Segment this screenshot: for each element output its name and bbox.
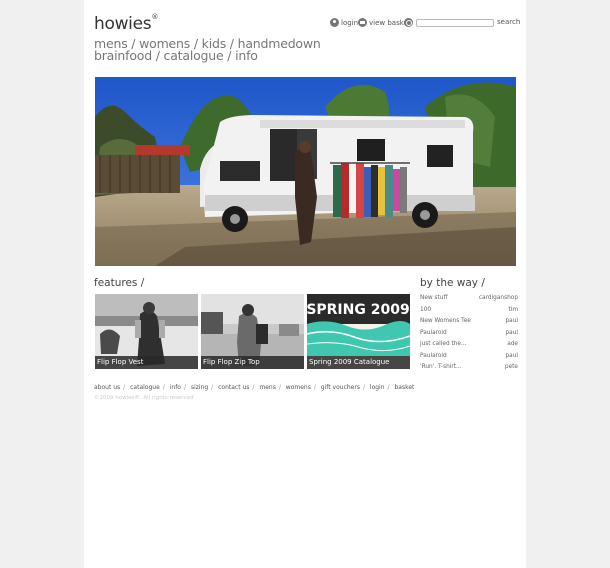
post-author: cardiganshop	[478, 295, 518, 301]
footer-separator: /	[278, 384, 281, 391]
footer-separator: /	[387, 384, 390, 391]
footer-link-about-us[interactable]: about us	[94, 384, 120, 391]
footer-separator: /	[252, 384, 255, 391]
post-title: New Womens Tee	[420, 318, 471, 324]
basket-icon	[358, 18, 367, 27]
hero-image[interactable]	[95, 77, 516, 266]
list-item[interactable]: Paularoid paul	[420, 328, 518, 340]
feature-card-flip-flop-vest[interactable]: Flip Flop Vest	[95, 294, 198, 369]
view-basket-link[interactable]: view basket	[358, 18, 411, 27]
footer-link-info[interactable]: info	[170, 384, 181, 391]
list-item[interactable]: 100 tim	[420, 305, 518, 317]
main-nav: mens / womens / kids / handmedown brainf…	[94, 37, 321, 63]
post-title: 'Run'. T-shirt...	[420, 364, 462, 370]
post-title: Paularoid	[420, 329, 447, 336]
feature-card-flip-flop-zip-top[interactable]: Flip Flop Zip Top	[201, 294, 304, 369]
post-title: Paularoid	[420, 352, 447, 359]
footer-link-mens[interactable]: mens	[259, 384, 275, 391]
feature-caption: Flip Flop Vest	[95, 356, 198, 369]
footer-link-basket[interactable]: basket	[394, 384, 414, 391]
footer-separator: /	[211, 384, 214, 391]
search-icon-wrap	[404, 18, 415, 27]
features-heading: features /	[94, 277, 145, 289]
nav-item-catalogue[interactable]: catalogue	[164, 48, 224, 63]
nav-separator: /	[155, 48, 164, 63]
list-item[interactable]: New stuff cardiganshop	[420, 293, 518, 305]
logo-reg-mark: ®	[151, 13, 159, 21]
feature-caption: Flip Flop Zip Top	[201, 356, 304, 369]
post-title: 100	[420, 306, 432, 313]
howies-logo[interactable]: howies®	[94, 13, 159, 34]
footer-link-gift-vouchers[interactable]: gift vouchers	[321, 384, 360, 391]
footer-link-catalogue[interactable]: catalogue	[130, 384, 160, 391]
footer-separator: /	[162, 384, 165, 391]
login-label: login	[341, 18, 359, 27]
feature-caption: Spring 2009 Catalogue	[307, 356, 410, 369]
footer-nav: about us / catalogue / info / sizing / conta…	[94, 384, 414, 391]
hero-photo-campervan	[95, 77, 516, 266]
post-author: paul	[505, 329, 518, 336]
footer-separator: /	[313, 384, 316, 391]
footer-link-sizing[interactable]: sizing	[191, 384, 208, 391]
nav-item-brainfood[interactable]: brainfood	[94, 48, 152, 63]
footer-link-login[interactable]: login	[370, 384, 385, 391]
login-link[interactable]: login	[330, 18, 358, 27]
post-author: pete	[504, 364, 518, 370]
list-item[interactable]: Paularoid paul	[420, 351, 518, 363]
post-author: tim	[508, 306, 518, 313]
logo-text: howies	[94, 14, 152, 34]
list-item[interactable]: New Womens Tee paul	[420, 316, 518, 328]
post-title: just called the...	[420, 341, 467, 347]
post-author: paul	[505, 352, 518, 359]
by-the-way-heading: by the way /	[420, 277, 485, 289]
post-author: ade	[507, 341, 518, 347]
catalogue-cover-text: SPRING 2009	[307, 302, 410, 318]
list-item[interactable]: just called the... ade	[420, 339, 518, 351]
footer-link-womens[interactable]: womens	[286, 384, 311, 391]
login-icon	[330, 18, 339, 27]
nav-separator: /	[227, 48, 236, 63]
nav-row-2: brainfood / catalogue / info	[94, 48, 321, 63]
page-container: howies® login view basket search mens / …	[84, 0, 526, 568]
search-label: search	[497, 18, 521, 26]
post-title: New stuff	[420, 295, 448, 301]
copyright-text: ©2009 howies®. All rights reserved	[94, 395, 194, 401]
search-icon	[404, 18, 413, 27]
post-author: paul	[505, 318, 518, 324]
feature-card-spring-2009-catalogue[interactable]: SPRING 2009 Spring 2009 Catalogue	[307, 294, 410, 369]
footer-separator: /	[183, 384, 187, 391]
list-item[interactable]: 'Run'. T-shirt... pete	[420, 362, 518, 374]
nav-item-info[interactable]: info	[235, 48, 258, 63]
footer-separator: /	[123, 384, 126, 391]
footer-separator: /	[362, 384, 365, 391]
search-button[interactable]: search	[497, 18, 520, 26]
search-input[interactable]	[416, 19, 494, 27]
by-the-way-list: New stuff cardiganshop 100 tim New Womens …	[420, 293, 518, 374]
footer-link-contact-us[interactable]: contact us	[218, 384, 249, 391]
